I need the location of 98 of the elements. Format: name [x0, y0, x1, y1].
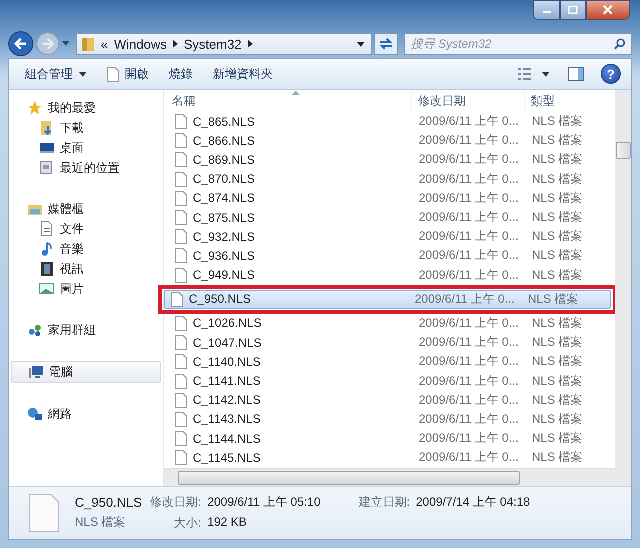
file-icon: [175, 431, 187, 446]
sidebar-item[interactable]: 桌面: [11, 138, 161, 158]
file-row[interactable]: C_1026.NLS 2009/6/11 上午 0... NLS 檔案: [168, 314, 613, 334]
refresh-button[interactable]: [374, 33, 398, 55]
file-row[interactable]: C_1145.NLS 2009/6/11 上午 0... NLS 檔案: [168, 448, 613, 468]
file-name: C_950.NLS: [75, 495, 142, 510]
file-row[interactable]: C_932.NLS 2009/6/11 上午 0... NLS 檔案: [168, 227, 613, 246]
file-icon: [175, 114, 187, 130]
file-row[interactable]: C_874.NLS 2009/6/11 上午 0... NLS 檔案: [168, 188, 613, 208]
network-icon: [27, 406, 43, 422]
breadcrumb-item[interactable]: Windows: [114, 36, 167, 52]
folder-icon: [81, 36, 95, 52]
file-icon: [175, 335, 187, 350]
breadcrumb-item[interactable]: «: [101, 36, 108, 52]
file-icon: [175, 229, 187, 244]
search-field[interactable]: 搜尋 System32: [404, 33, 632, 55]
history-dropdown-icon[interactable]: [62, 41, 70, 47]
file-icon: [171, 292, 183, 307]
file-icon: [175, 190, 187, 206]
toolbar-button[interactable]: 開啟: [101, 62, 155, 86]
file-row[interactable]: C_1047.NLS 2009/6/11 上午 0... NLS 檔案: [168, 333, 613, 352]
sidebar-item[interactable]: 家用群組: [11, 320, 161, 340]
close-button[interactable]: [586, 0, 630, 20]
toolbar-button[interactable]: 燒錄: [163, 62, 199, 86]
file-icon: [175, 268, 187, 283]
file-icon: [175, 152, 187, 168]
sidebar-item[interactable]: 下載: [11, 118, 161, 138]
maximize-button[interactable]: [560, 0, 586, 20]
column-header[interactable]: 修改日期: [412, 90, 525, 112]
vertical-scrollbar[interactable]: [615, 90, 631, 486]
file-icon: [175, 172, 187, 187]
field-value: 2009/7/14 上午 04:18: [416, 494, 530, 511]
recent-icon: [39, 160, 55, 176]
file-row[interactable]: C_1142.NLS 2009/6/11 上午 0... NLS 檔案: [168, 390, 613, 410]
file-icon: [175, 374, 187, 389]
back-button[interactable]: [8, 31, 34, 57]
file-icon: [175, 210, 187, 226]
file-row[interactable]: C_950.NLS 2009/6/11 上午 0... NLS 檔案: [164, 290, 611, 309]
column-header[interactable]: 類型: [525, 90, 607, 112]
sidebar-item[interactable]: 電腦: [11, 361, 161, 383]
file-row[interactable]: C_869.NLS 2009/6/11 上午 0... NLS 檔案: [168, 150, 613, 170]
file-type: NLS 檔案: [75, 514, 127, 531]
toolbar-button[interactable]: 組合管理: [19, 62, 93, 86]
file-row[interactable]: C_949.NLS 2009/6/11 上午 0... NLS 檔案: [168, 266, 613, 285]
sidebar-item[interactable]: 視訊: [11, 259, 161, 279]
file-row[interactable]: C_1144.NLS 2009/6/11 上午 0... NLS 檔案: [168, 429, 613, 448]
file-row[interactable]: C_1143.NLS 2009/6/11 上午 0... NLS 檔案: [168, 410, 613, 429]
file-icon: [175, 316, 187, 331]
sidebar-item[interactable]: 媒體櫃: [11, 199, 161, 219]
field-label: 修改日期:: [150, 494, 202, 511]
file-icon: [29, 494, 59, 532]
sidebar-item[interactable]: 文件: [11, 219, 161, 239]
field-label: 大小:: [173, 515, 202, 532]
refresh-icon: [378, 37, 394, 51]
sidebar-item[interactable]: 我的最愛: [11, 98, 161, 118]
file-row[interactable]: C_875.NLS 2009/6/11 上午 0... NLS 檔案: [168, 208, 613, 228]
field-value: 192 KB: [208, 515, 248, 531]
sidebar-item[interactable]: 網路: [11, 404, 161, 424]
document-icon: [39, 221, 55, 237]
file-icon: [175, 248, 187, 264]
breadcrumb-arrow-icon[interactable]: [172, 40, 178, 48]
breadcrumb-item[interactable]: System32: [184, 36, 242, 52]
sidebar-item[interactable]: 音樂: [11, 239, 161, 259]
file-row[interactable]: C_1141.NLS 2009/6/11 上午 0... NLS 檔案: [168, 371, 613, 391]
file-row[interactable]: C_865.NLS 2009/6/11 上午 0... NLS 檔案: [168, 112, 613, 132]
star-icon: [27, 100, 43, 116]
file-icon: [175, 450, 187, 466]
computer-icon: [28, 364, 44, 380]
file-icon: [175, 392, 187, 408]
file-row[interactable]: C_870.NLS 2009/6/11 上午 0... NLS 檔案: [168, 170, 613, 189]
music-icon: [39, 241, 55, 257]
file-icon: [175, 133, 187, 148]
picture-icon: [39, 281, 55, 297]
caret-icon: [79, 72, 87, 76]
search-icon: [614, 38, 626, 50]
file-row[interactable]: C_1140.NLS 2009/6/11 上午 0... NLS 檔案: [168, 352, 613, 372]
sort-arrow-icon: [292, 91, 300, 95]
maximize-icon: [568, 6, 578, 14]
field-value: 2009/6/11 上午 05:10: [208, 494, 321, 511]
address-bar[interactable]: « Windows System32: [76, 33, 372, 55]
video-icon: [39, 261, 55, 277]
file-row[interactable]: C_866.NLS 2009/6/11 上午 0... NLS 檔案: [168, 131, 613, 150]
desktop-icon: [39, 140, 55, 156]
dropdown-arrow-icon[interactable]: [357, 42, 365, 46]
sidebar-item[interactable]: 圖片: [11, 279, 161, 299]
homegroup-icon: [27, 322, 43, 338]
toolbar-button[interactable]: 新增資料夾: [207, 62, 279, 86]
horizontal-scrollbar[interactable]: [164, 468, 615, 486]
minimize-button[interactable]: [533, 0, 560, 20]
file-row[interactable]: C_936.NLS 2009/6/11 上午 0... NLS 檔案: [168, 246, 613, 266]
file-icon: [175, 354, 187, 370]
document-icon: [107, 66, 119, 82]
sidebar-item[interactable]: 最近的位置: [11, 158, 161, 178]
breadcrumb-arrow-icon[interactable]: [248, 40, 253, 48]
file-icon: [175, 412, 187, 427]
field-label: 建立日期:: [358, 494, 410, 511]
help-button[interactable]: ?: [601, 64, 621, 84]
close-icon: [602, 5, 614, 15]
